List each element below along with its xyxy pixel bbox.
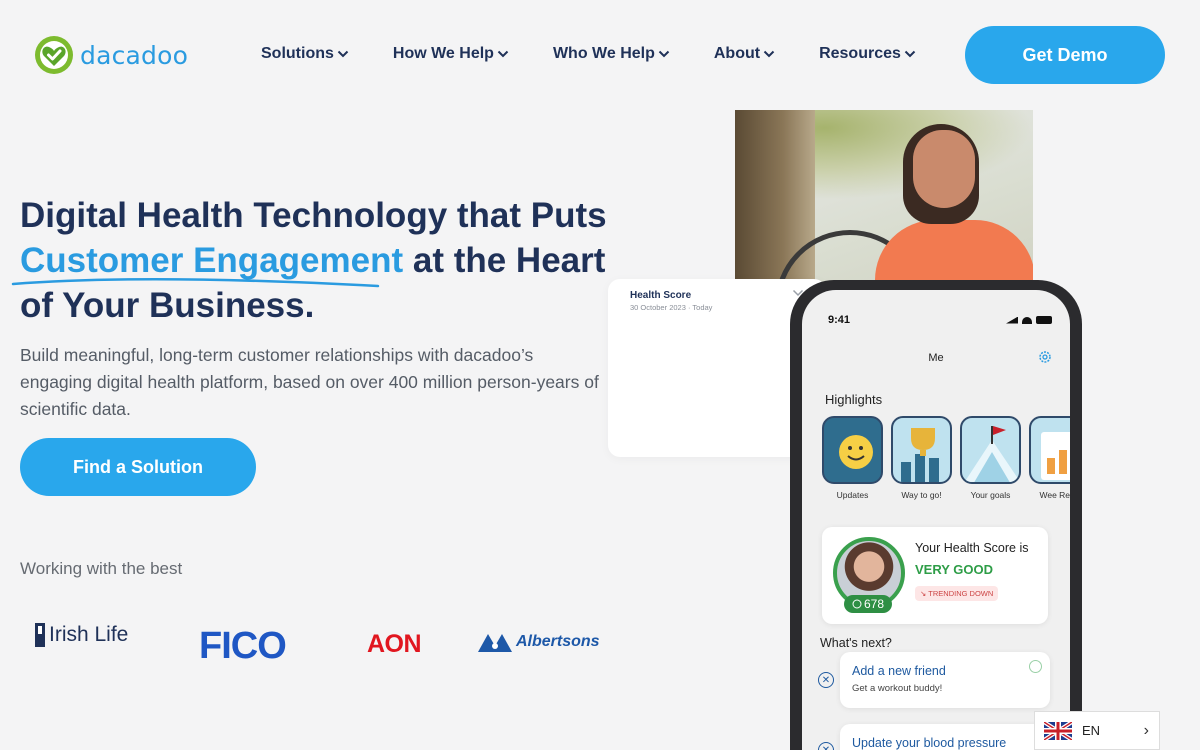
nav-solutions[interactable]: Solutions <box>261 45 349 63</box>
tile-weekly-report[interactable]: Wee Repo <box>1029 416 1070 500</box>
highlight-tiles: Updates Way to go! Your goals Wee Repo <box>822 416 1070 500</box>
albertsons-text: Albertsons <box>516 633 600 650</box>
accent-underline <box>11 278 380 288</box>
task-subtitle: Get a workout buddy! <box>852 683 943 694</box>
score-icon <box>852 599 862 609</box>
find-solution-button[interactable]: Find a Solution <box>20 438 256 496</box>
gear-icon[interactable] <box>1038 350 1052 364</box>
chevron-down-icon <box>337 50 349 58</box>
albertsons-mark-icon <box>478 634 512 652</box>
partners-heading: Working with the best <box>20 559 183 578</box>
battery-icon <box>1036 316 1052 324</box>
nav-who-we-help[interactable]: Who We Help <box>553 45 670 63</box>
health-score-date: 30 October 2023 · Today <box>630 303 713 312</box>
screen-header: Me <box>928 352 944 364</box>
tile-updates[interactable]: Updates <box>822 416 883 500</box>
dacadoo-logo[interactable]: dacadoo <box>34 35 188 75</box>
score-label: Your Health Score is <box>915 541 1029 555</box>
task-title: Add a new friend <box>852 664 946 678</box>
tile-label: Wee Repo <box>1039 490 1070 500</box>
nav-about[interactable]: About <box>714 45 775 63</box>
phone-mockup: 9:41 Me Highlights Updates Way to go! Yo… <box>790 280 1082 750</box>
nav-how-we-help[interactable]: How We Help <box>393 45 509 63</box>
trend-badge: ↘ TRENDING DOWN <box>915 586 999 601</box>
nav-resources[interactable]: Resources <box>819 45 916 63</box>
chevron-down-icon <box>497 50 509 58</box>
dismiss-icon[interactable]: ✕ <box>818 672 834 688</box>
trophy-icon <box>891 416 952 484</box>
aon-logo: AON <box>367 630 422 658</box>
wifi-icon <box>1022 316 1032 324</box>
signal-icon <box>1006 316 1018 324</box>
main-nav: Solutions How We Help Who We Help About … <box>261 45 960 63</box>
chevron-down-icon <box>763 50 775 58</box>
nav-label: Who We Help <box>552 45 655 62</box>
highlights-label: Highlights <box>825 392 883 407</box>
nav-label: How We Help <box>392 45 494 62</box>
smiley-icon <box>822 416 883 484</box>
language-code: EN <box>1082 723 1101 738</box>
logo-text: dacadoo <box>80 40 189 70</box>
nav-label: About <box>713 45 761 62</box>
hero-title: Digital Health Technology that Puts Cust… <box>20 193 620 328</box>
task-title: Update your blood pressure <box>852 736 1007 750</box>
fico-logo: FICO <box>199 625 287 667</box>
tile-label: Updates <box>836 490 869 500</box>
phone-screen: 9:41 Me Highlights Updates Way to go! Yo… <box>802 290 1070 750</box>
health-score-title: Health Score <box>630 290 692 301</box>
status-time: 9:41 <box>828 314 851 326</box>
heart-check-logo-icon <box>35 36 73 74</box>
whats-next-label: What's next? <box>820 636 892 650</box>
language-selector[interactable]: EN › <box>1034 711 1160 750</box>
nav-label: Solutions <box>261 45 334 62</box>
hero-subtitle: Build meaningful, long-term customer rel… <box>20 345 599 419</box>
status-icons <box>1006 316 1052 324</box>
uk-flag-icon <box>1044 721 1072 740</box>
irish-life-text: Irish Life <box>49 623 129 646</box>
albertsons-logo: Albertsons <box>478 632 600 652</box>
tile-your-goals[interactable]: Your goals <box>960 416 1021 500</box>
get-demo-button[interactable]: Get Demo <box>965 26 1165 84</box>
tile-label: Your goals <box>970 490 1011 500</box>
task-card[interactable]: Add a new friend Get a workout buddy! <box>840 652 1050 708</box>
trend-text: TRENDING DOWN <box>928 589 994 598</box>
chevron-right-icon: › <box>1143 721 1149 739</box>
hero-title-line2: at the Heart <box>403 241 606 280</box>
irish-life-mark-icon <box>35 623 45 647</box>
dismiss-icon[interactable]: ✕ <box>818 742 834 750</box>
health-score-widget[interactable]: 678 Your Health Score is VERY GOOD ↘ TREN… <box>822 527 1048 624</box>
hero-title-line1: Digital Health Technology that Puts <box>20 196 607 235</box>
score-number: 678 <box>863 597 885 611</box>
task-card[interactable]: Update your blood pressure <box>840 724 1050 750</box>
check-circle-icon <box>1029 660 1042 673</box>
irish-life-logo: Irish Life <box>34 622 128 648</box>
flag-icon <box>960 416 1021 484</box>
chevron-down-icon <box>658 50 670 58</box>
nav-label: Resources <box>819 45 901 62</box>
trend-arrow-icon: ↘ <box>920 589 927 598</box>
score-value: VERY GOOD <box>915 562 994 577</box>
score-pill: 678 <box>844 595 892 613</box>
tile-way-to-go[interactable]: Way to go! <box>891 416 952 500</box>
chevron-down-icon <box>904 50 916 58</box>
report-icon <box>1029 416 1070 484</box>
tile-label: Way to go! <box>901 490 942 500</box>
